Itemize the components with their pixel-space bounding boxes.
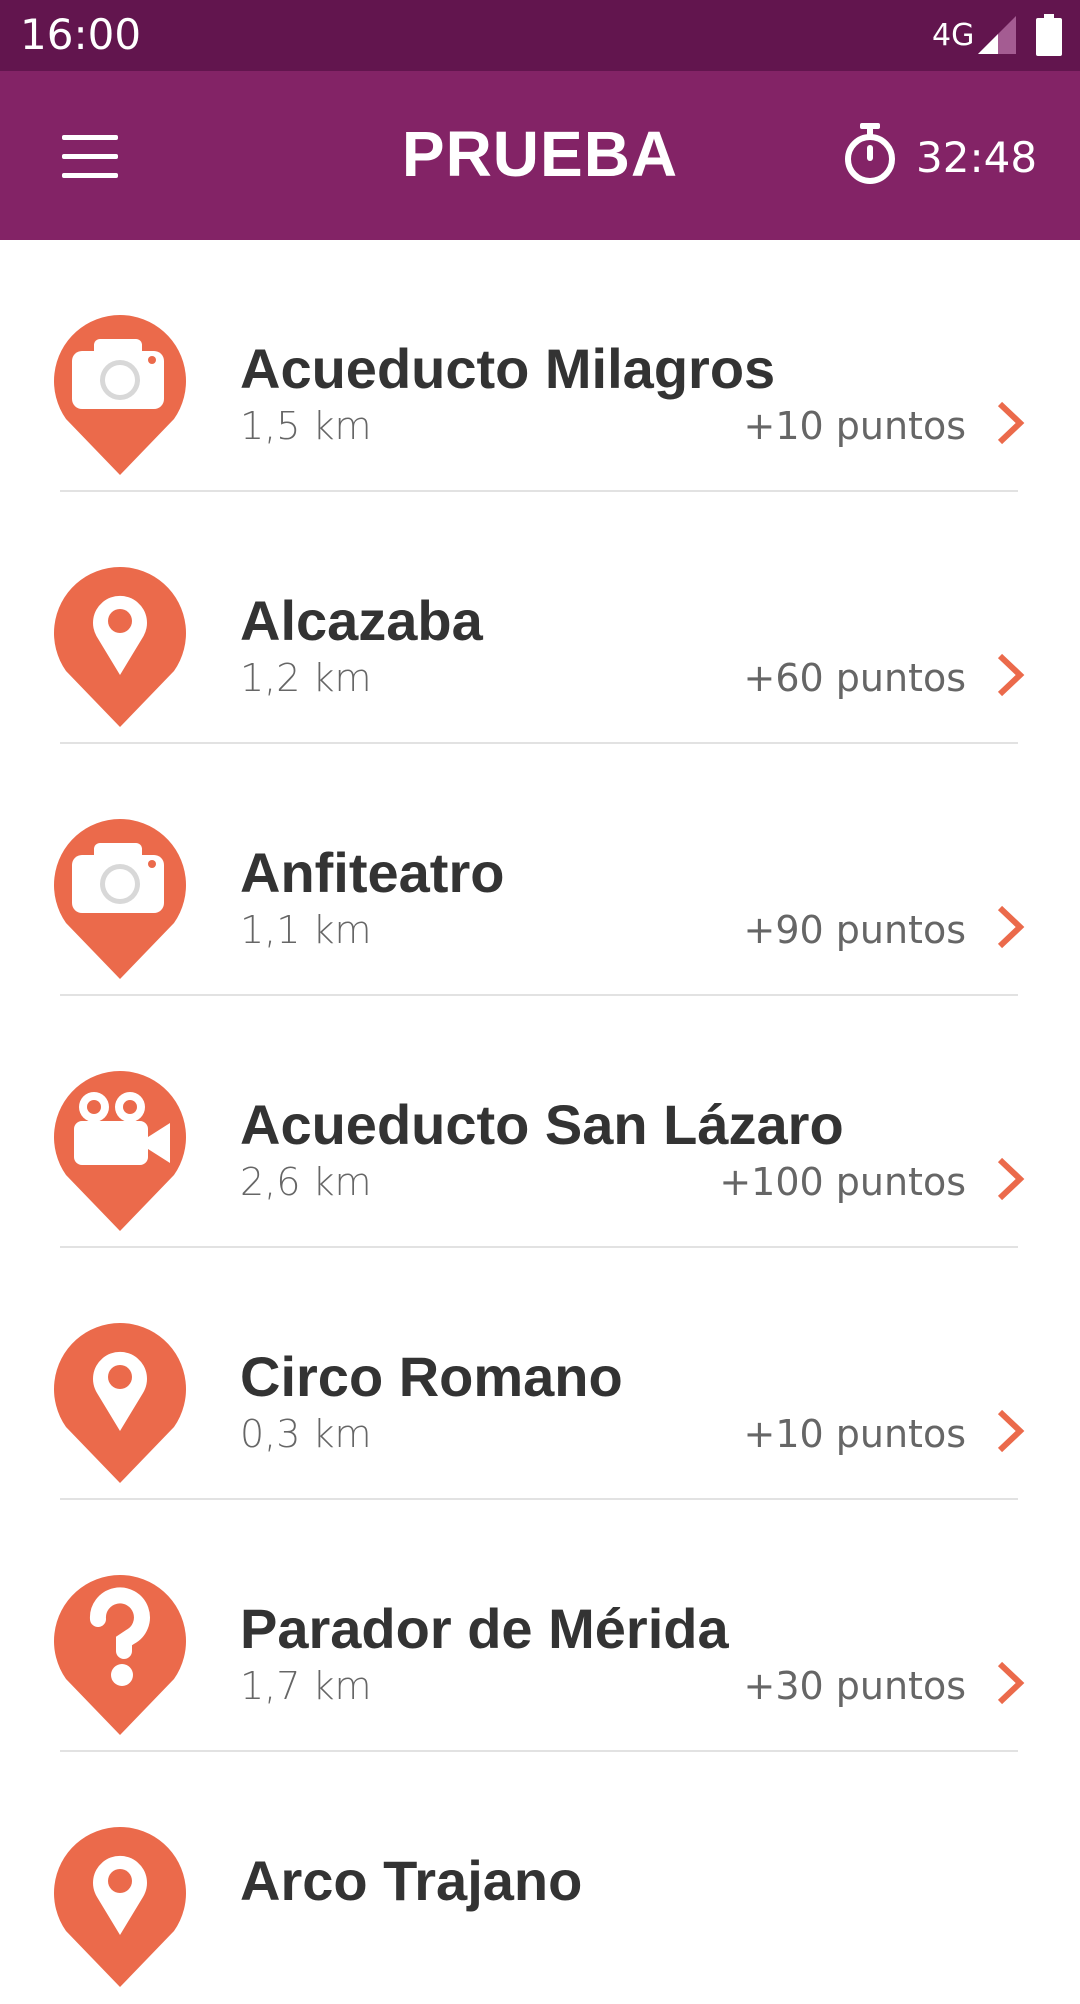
item-name: Anfiteatro bbox=[240, 841, 505, 904]
item-points: +10 puntos bbox=[743, 1412, 966, 1456]
battery-icon bbox=[1036, 14, 1062, 56]
list-item[interactable]: Alcazaba 1,2 km +60 puntos bbox=[0, 492, 1080, 744]
item-name: Alcazaba bbox=[240, 589, 483, 652]
location-pin-icon bbox=[54, 1827, 186, 1987]
chevron-right-icon bbox=[997, 401, 1025, 445]
item-distance: 0,3 km bbox=[240, 1412, 372, 1456]
list-item[interactable]: Acueducto San Lázaro 2,6 km +100 puntos bbox=[0, 996, 1080, 1248]
item-distance: 1,2 km bbox=[240, 656, 372, 700]
signal-icon bbox=[978, 16, 1016, 54]
location-pin-icon bbox=[54, 567, 186, 727]
chevron-right-icon bbox=[997, 1661, 1025, 1705]
list-item[interactable]: Circo Romano 0,3 km +10 puntos bbox=[0, 1248, 1080, 1500]
question-pin-icon bbox=[54, 1575, 186, 1735]
video-camera-pin-icon bbox=[54, 1071, 186, 1231]
item-points: +10 puntos bbox=[743, 404, 966, 448]
item-name: Acueducto San Lázaro bbox=[240, 1093, 844, 1156]
chevron-right-icon bbox=[997, 1157, 1025, 1201]
chevron-right-icon bbox=[997, 905, 1025, 949]
item-name: Parador de Mérida bbox=[240, 1597, 729, 1660]
app-bar: PRUEBA 32:48 bbox=[0, 71, 1080, 240]
item-distance: 1,7 km bbox=[240, 1664, 372, 1708]
item-name: Circo Romano bbox=[240, 1345, 623, 1408]
item-points: +100 puntos bbox=[719, 1160, 966, 1204]
item-distance: 1,5 km bbox=[240, 404, 372, 448]
list-item[interactable]: Anfiteatro 1,1 km +90 puntos bbox=[0, 744, 1080, 996]
list-item[interactable]: Arco Trajano bbox=[0, 1752, 1080, 2004]
stopwatch-icon bbox=[845, 123, 895, 184]
camera-pin-icon bbox=[54, 315, 186, 475]
item-points: +60 puntos bbox=[743, 656, 966, 700]
item-name: Arco Trajano bbox=[240, 1849, 583, 1912]
status-time: 16:00 bbox=[20, 10, 142, 59]
location-pin-icon bbox=[54, 1323, 186, 1483]
item-name: Acueducto Milagros bbox=[240, 337, 776, 400]
chevron-right-icon bbox=[997, 653, 1025, 697]
item-distance: 1,1 km bbox=[240, 908, 372, 952]
list-item[interactable]: Acueducto Milagros 1,5 km +10 puntos bbox=[0, 240, 1080, 492]
item-points: +90 puntos bbox=[743, 908, 966, 952]
camera-pin-icon bbox=[54, 819, 186, 979]
list-item[interactable]: Parador de Mérida 1,7 km +30 puntos bbox=[0, 1500, 1080, 1752]
network-type: 4G bbox=[932, 18, 975, 53]
item-distance: 2,6 km bbox=[240, 1160, 372, 1204]
timer-display: 32:48 bbox=[916, 133, 1038, 182]
chevron-right-icon bbox=[997, 1409, 1025, 1453]
status-bar: 16:00 4G bbox=[0, 0, 1080, 71]
item-points: +30 puntos bbox=[743, 1664, 966, 1708]
